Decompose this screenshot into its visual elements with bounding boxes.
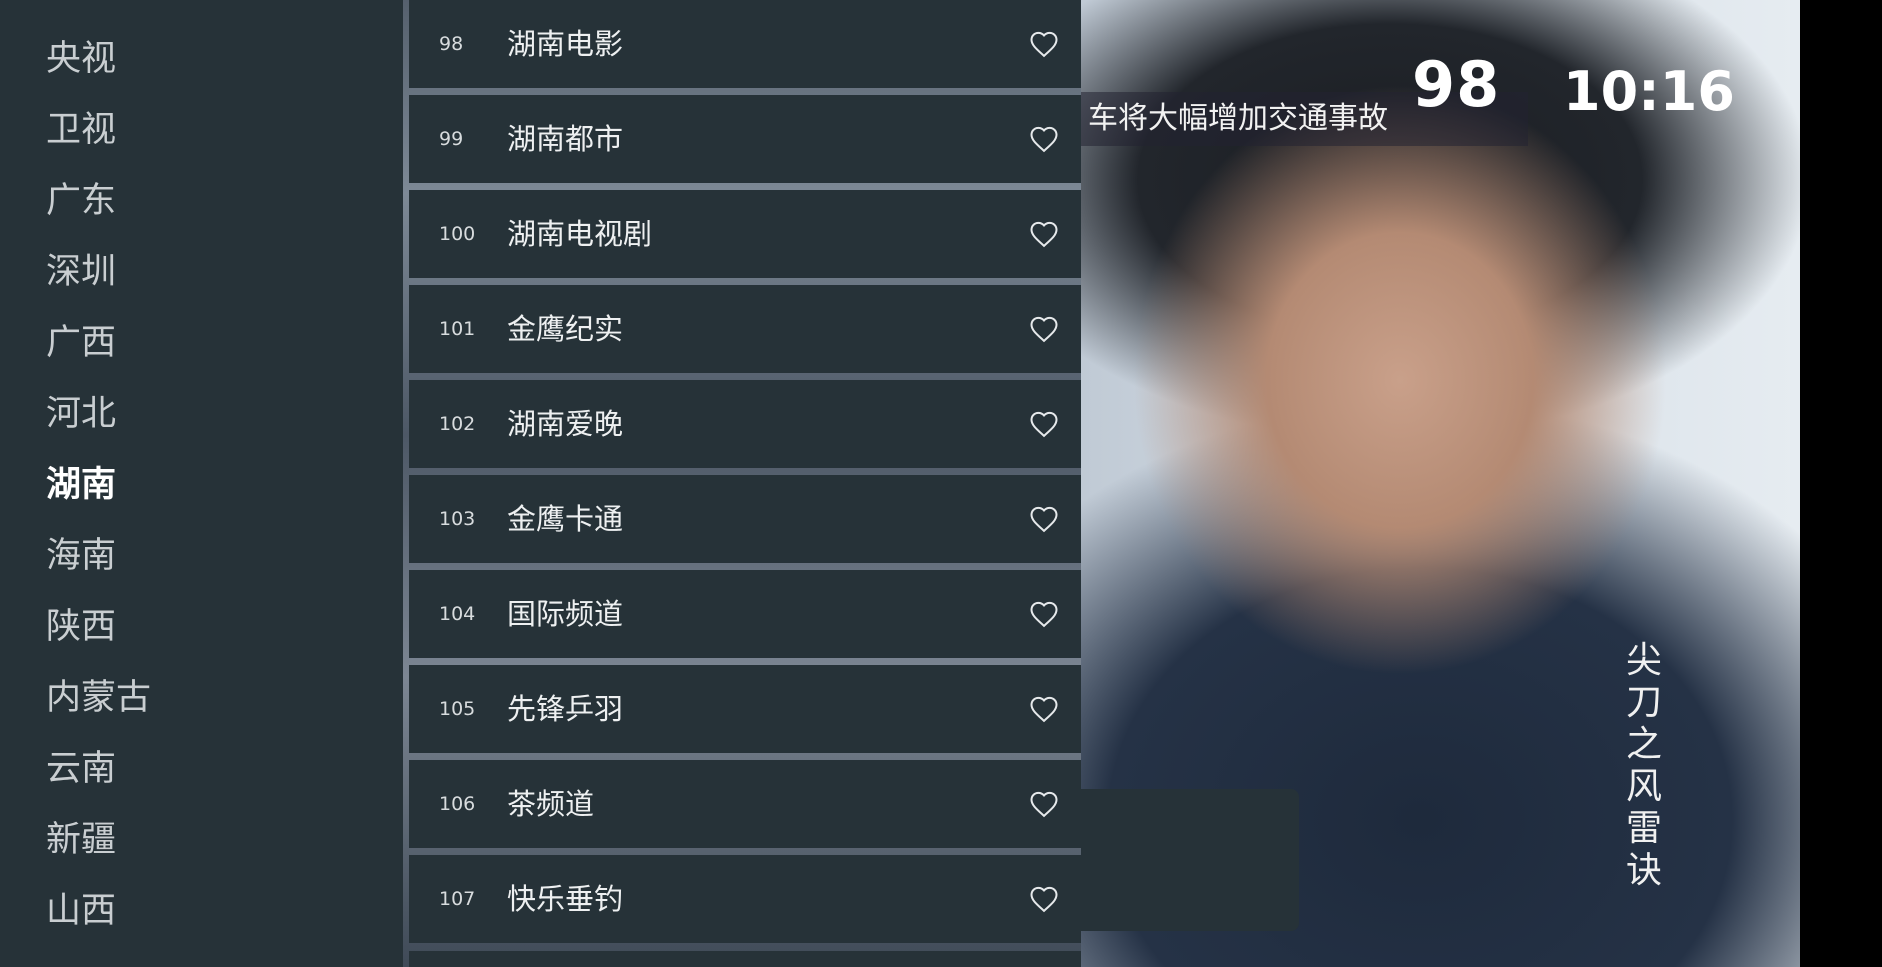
heart-outline-icon[interactable] (1029, 885, 1059, 913)
category-item[interactable]: 陕西 (46, 597, 116, 657)
channel-number: 98 (439, 33, 464, 55)
heart-outline-icon[interactable] (1029, 220, 1059, 248)
tv-player-screen: 车将大幅增加交通事故 尖刀之风雷诀 98 10:16 央视 卫视 广东 深圳 广… (0, 0, 1882, 967)
channel-name: 湖南电影 (507, 27, 624, 61)
channel-number: 107 (439, 888, 476, 910)
channel-number: 104 (439, 603, 476, 625)
heart-outline-icon[interactable] (1029, 30, 1059, 58)
channel-name: 先锋乒羽 (507, 692, 624, 726)
category-item[interactable]: 卫视 (46, 100, 116, 160)
channel-name: 湖南都市 (507, 122, 624, 156)
channel-number: 103 (439, 508, 476, 530)
category-item[interactable]: 广东 (46, 171, 116, 231)
channel-number: 102 (439, 413, 476, 435)
channel-name: 国际频道 (507, 597, 624, 631)
program-info-box (1081, 789, 1299, 931)
category-item-selected[interactable]: 湖南 (46, 455, 116, 515)
heart-outline-icon[interactable] (1029, 695, 1059, 723)
category-sidebar: 央视 卫视 广东 深圳 广西 河北 湖南 海南 陕西 内蒙古 云南 新疆 山西 (0, 0, 403, 967)
category-item[interactable]: 云南 (46, 739, 116, 799)
channel-list-item[interactable]: 107 快乐垂钓 (409, 855, 1081, 943)
clock: 10:16 (1563, 60, 1735, 123)
channel-name: 茶频道 (507, 787, 595, 821)
category-item[interactable]: 新疆 (46, 810, 116, 870)
channel-list-item[interactable]: 99 湖南都市 (409, 95, 1081, 183)
channel-name: 金鹰纪实 (507, 312, 624, 346)
channel-name: 快乐垂钓 (507, 882, 624, 916)
category-item[interactable]: 海南 (46, 526, 116, 586)
heart-outline-icon[interactable] (1029, 410, 1059, 438)
channel-number: 105 (439, 698, 476, 720)
category-item[interactable]: 央视 (46, 29, 116, 89)
video-letterbox (1800, 0, 1882, 967)
channel-list-item[interactable]: 103 金鹰卡通 (409, 475, 1081, 563)
heart-outline-icon[interactable] (1029, 600, 1059, 628)
channel-number: 99 (439, 128, 464, 150)
heart-outline-icon[interactable] (1029, 125, 1059, 153)
category-item[interactable]: 河北 (46, 384, 116, 444)
channel-list-item[interactable]: 100 湖南电视剧 (409, 190, 1081, 278)
channel-list-item[interactable]: 101 金鹰纪实 (409, 285, 1081, 373)
category-item[interactable]: 内蒙古 (46, 668, 151, 728)
channel-number: 101 (439, 318, 476, 340)
category-item[interactable]: 山西 (46, 881, 116, 941)
category-item[interactable]: 深圳 (46, 242, 116, 302)
channel-number: 106 (439, 793, 476, 815)
channel-list-item[interactable]: 106 茶频道 (409, 760, 1081, 848)
channel-name: 金鹰卡通 (507, 502, 624, 536)
channel-list-item[interactable]: 104 国际频道 (409, 570, 1081, 658)
channel-name: 湖南电视剧 (507, 217, 653, 251)
channel-name: 湖南爱晚 (507, 407, 624, 441)
heart-outline-icon[interactable] (1029, 315, 1059, 343)
channel-list-item-partial[interactable] (409, 951, 1081, 967)
heart-outline-icon[interactable] (1029, 505, 1059, 533)
current-channel-number: 98 (1412, 48, 1501, 121)
video-vertical-caption: 尖刀之风雷诀 (1626, 640, 1663, 891)
channel-list-item[interactable]: 102 湖南爱晚 (409, 380, 1081, 468)
channel-list-item[interactable]: 105 先锋乒羽 (409, 665, 1081, 753)
channel-list-item[interactable]: 98 湖南电影 (409, 0, 1081, 88)
heart-outline-icon[interactable] (1029, 790, 1059, 818)
category-item[interactable]: 广西 (46, 313, 116, 373)
channel-number: 100 (439, 223, 476, 245)
